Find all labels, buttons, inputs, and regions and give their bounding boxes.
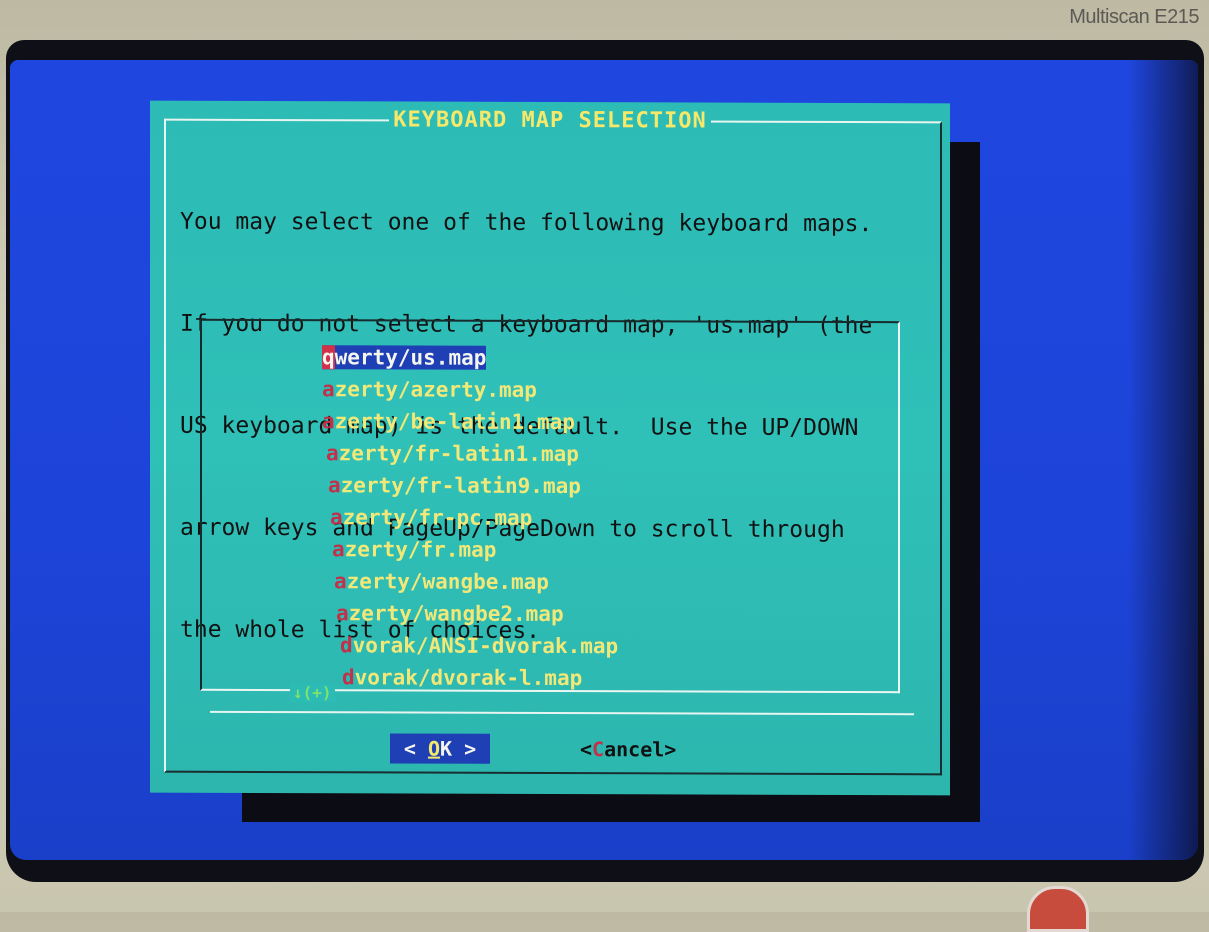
item-hotkey: a (332, 537, 345, 562)
dialog-title-bar: KEYBOARD MAP SELECTION (150, 107, 950, 135)
keymap-item-qwerty-us[interactable]: qwerty/us.map (322, 341, 618, 374)
keymap-item[interactable]: azerty/fr-pc.map (322, 501, 618, 534)
cancel-hotkey: C (592, 737, 605, 762)
ok-left: < (403, 736, 428, 761)
item-hotkey: a (336, 601, 349, 626)
keymap-list-box[interactable]: qwerty/us.map azerty/azerty.map azerty/b… (200, 318, 900, 694)
item-hotkey: a (326, 441, 339, 466)
item-hotkey: d (340, 633, 353, 658)
item-hotkey: a (334, 569, 347, 594)
item-hotkey: a (330, 505, 343, 530)
cancel-rest: ancel> (604, 737, 677, 762)
item-hotkey: a (328, 473, 341, 498)
item-label: zerty/fr-pc.map (342, 505, 533, 530)
keyboard-map-dialog: KEYBOARD MAP SELECTION You may select on… (150, 100, 950, 796)
monitor-brand-label: Multiscan E215 (1069, 6, 1199, 28)
cancel-left: < (580, 737, 593, 762)
item-label: vorak/dvorak-l.map (354, 665, 583, 691)
keymap-item[interactable]: azerty/wangbe.map (322, 565, 618, 598)
item-label: zerty/wangbe.map (346, 569, 549, 594)
item-label: vorak/ANSI-dvorak.map (352, 633, 619, 659)
ok-hotkey: O (427, 736, 440, 761)
keymap-item[interactable]: dvorak/ANSI-dvorak.map (322, 629, 618, 662)
monitor-logo-badge (1027, 886, 1089, 932)
item-hotkey: d (342, 665, 355, 690)
keymap-item[interactable]: azerty/fr-latin1.map (322, 437, 618, 470)
item-label: zerty/be-latin1.map (334, 409, 575, 435)
instruction-line: You may select one of the following keyb… (180, 208, 873, 238)
monitor-bezel: Multiscan E215 KEYBOARD MAP SELECTION Yo… (0, 0, 1209, 932)
scroll-down-indicator: ↓(+) (290, 683, 335, 703)
item-hotkey: a (322, 409, 335, 434)
dialog-title: KEYBOARD MAP SELECTION (389, 107, 711, 134)
keymap-list: qwerty/us.map azerty/azerty.map azerty/b… (322, 341, 618, 694)
item-hotkey: q (322, 345, 335, 370)
ok-rest: K > (440, 736, 477, 761)
screen: KEYBOARD MAP SELECTION You may select on… (10, 60, 1198, 860)
ok-button[interactable]: < OK > (390, 733, 490, 764)
item-label: zerty/azerty.map (334, 377, 537, 402)
cancel-button[interactable]: <Cancel> (580, 734, 676, 764)
item-hotkey: a (322, 377, 335, 402)
keymap-item[interactable]: azerty/be-latin1.map (322, 405, 618, 438)
item-label: zerty/fr-latin9.map (340, 473, 581, 499)
item-label: zerty/fr-latin1.map (338, 441, 579, 467)
keymap-item[interactable]: azerty/azerty.map (322, 373, 618, 406)
keymap-item[interactable]: dvorak/dvorak-l.map (322, 661, 618, 694)
keymap-item[interactable]: azerty/fr.map (322, 533, 618, 566)
item-label: zerty/fr.map (344, 537, 497, 562)
keymap-item[interactable]: azerty/wangbe2.map (322, 597, 618, 630)
screen-edge-shade (1128, 60, 1198, 860)
item-label: werty/us.map (334, 345, 487, 370)
keymap-item[interactable]: azerty/fr-latin9.map (322, 469, 618, 502)
item-label: zerty/wangbe2.map (348, 601, 564, 627)
